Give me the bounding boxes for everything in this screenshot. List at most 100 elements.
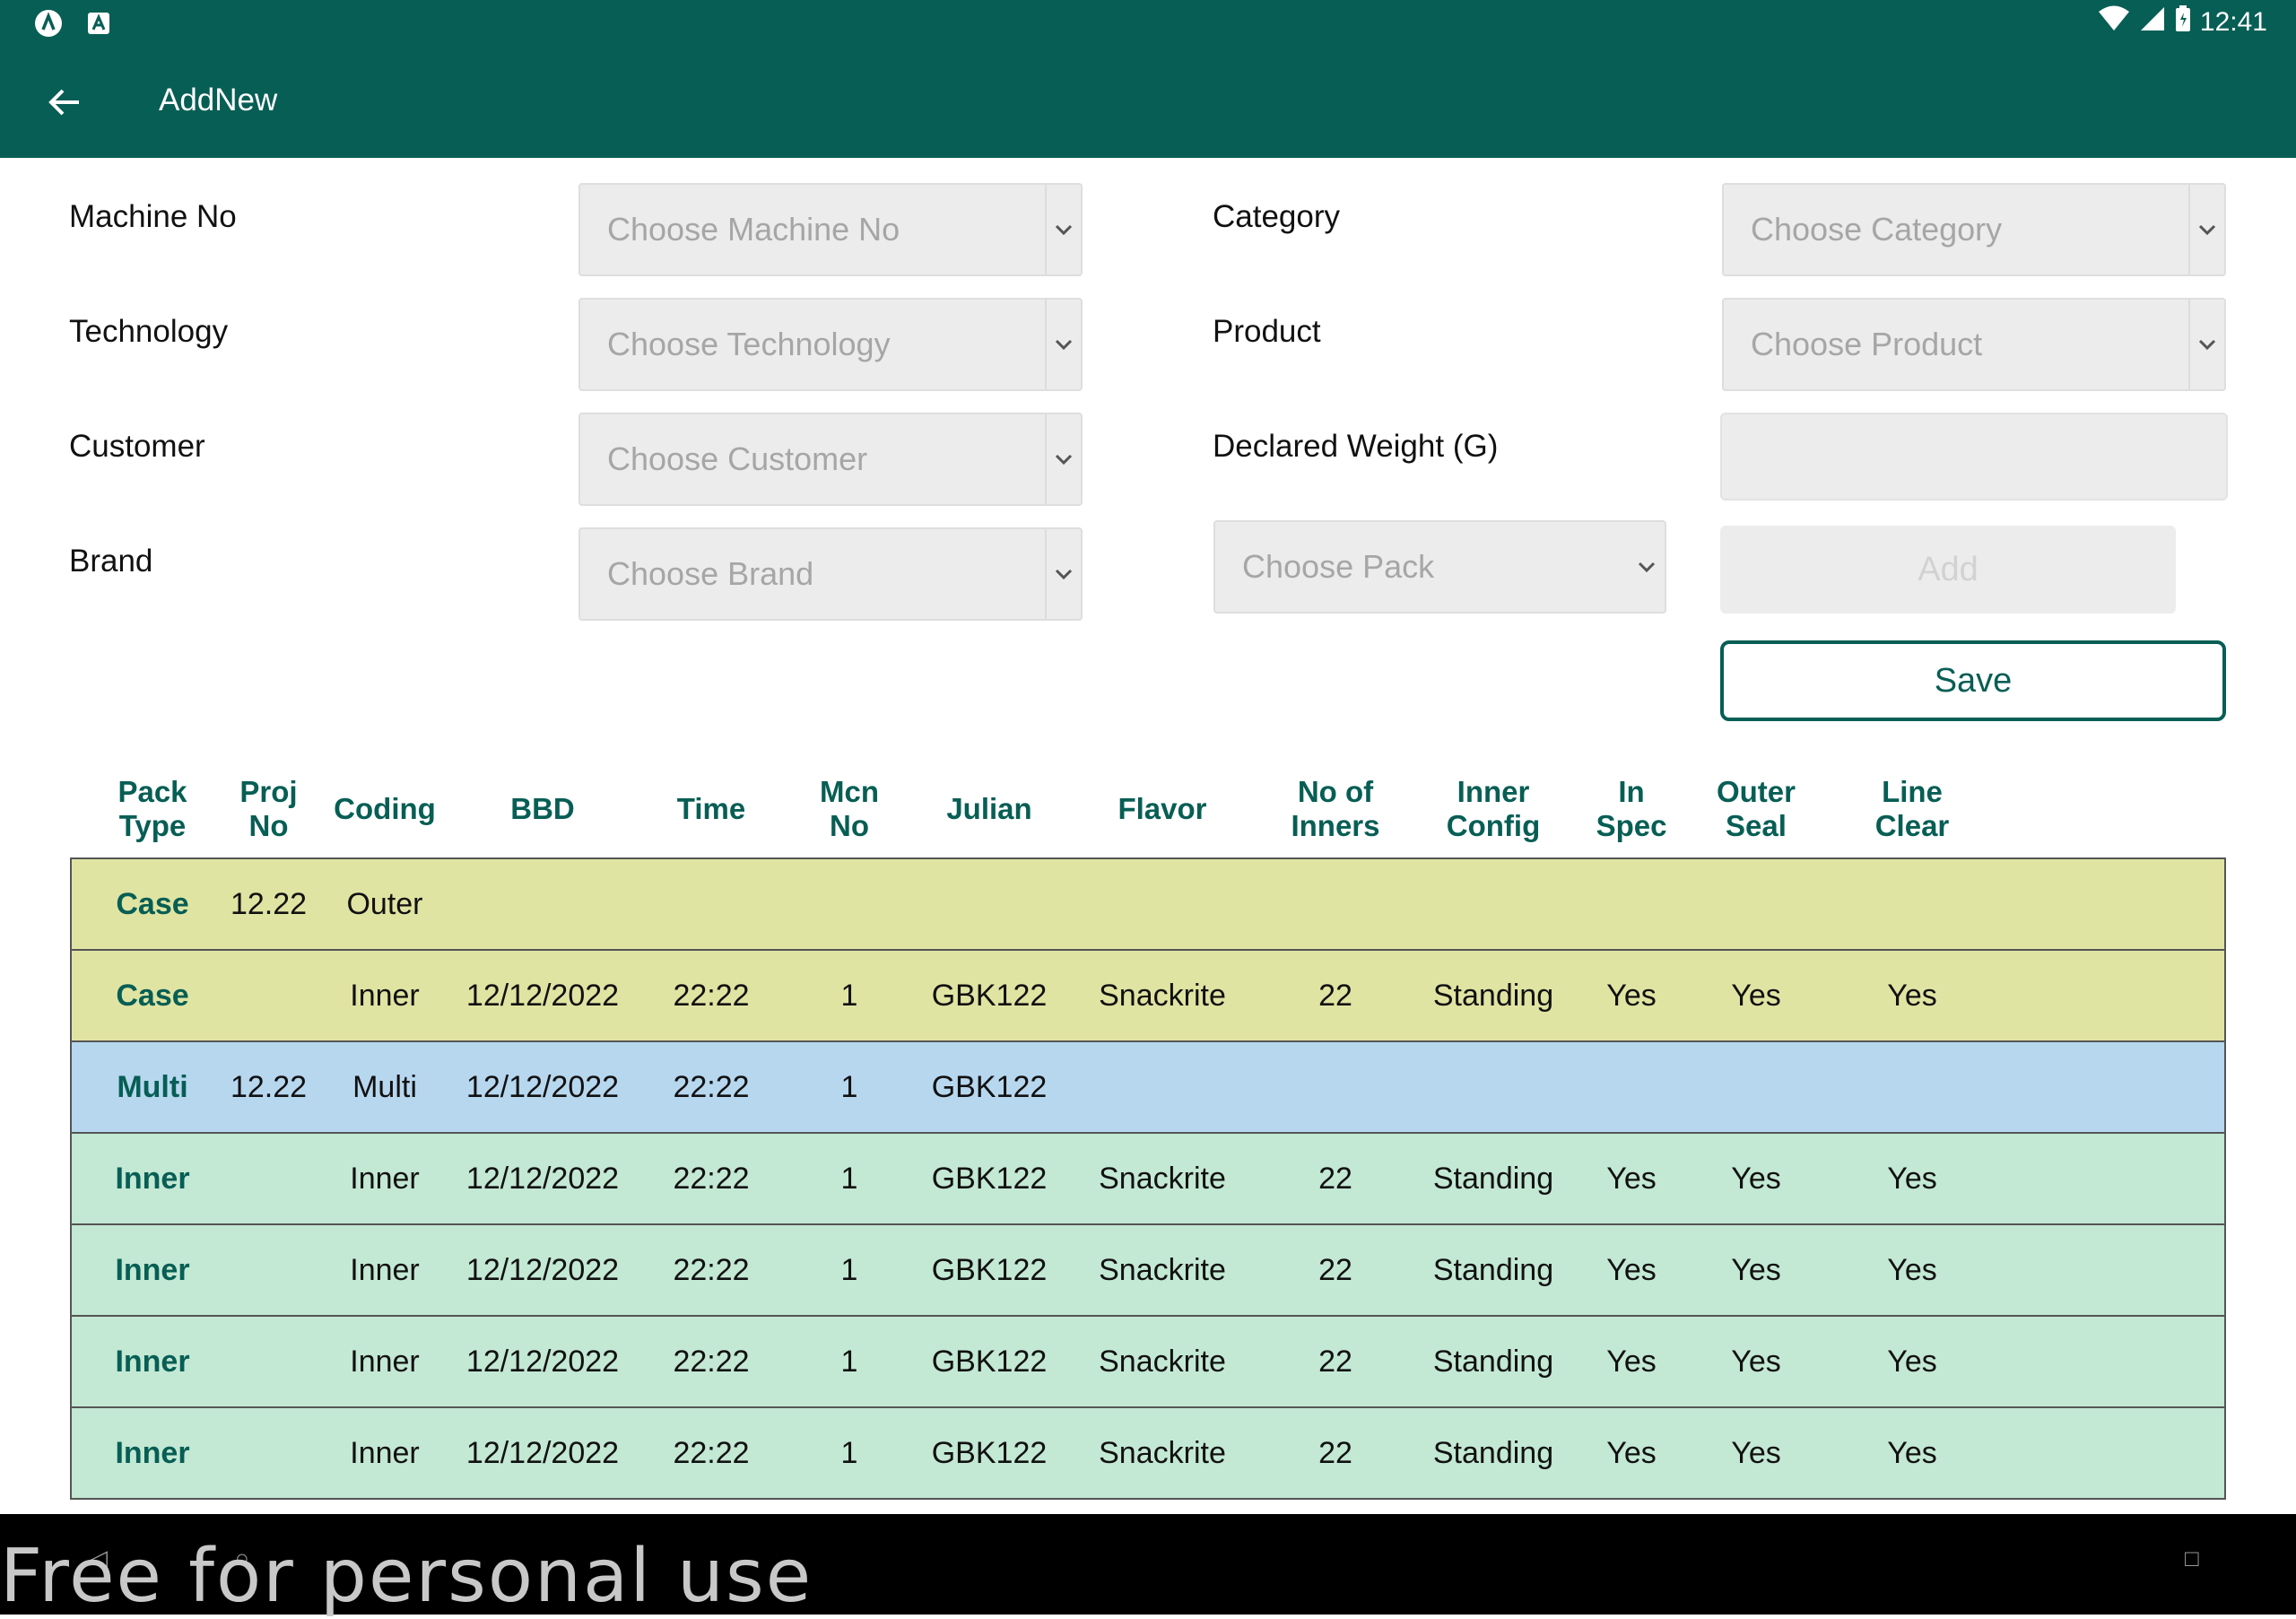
chevron-down-icon: [1045, 300, 1081, 389]
table-cell: 1: [840, 1252, 858, 1287]
table-cell: 22: [1318, 1435, 1352, 1470]
brand-select[interactable]: Choose Brand: [578, 527, 1083, 621]
pack-placeholder: Choose Pack: [1242, 548, 1435, 585]
watermark: Free for personal use: [0, 1534, 813, 1619]
technology-select[interactable]: Choose Technology: [578, 298, 1083, 391]
table-cell: GBK122: [931, 1252, 1048, 1287]
save-button[interactable]: Save: [1720, 640, 2226, 721]
table-cell: [1413, 1042, 1573, 1132]
column-header: Line Clear: [1874, 775, 1950, 842]
table-cell: 22: [1318, 1161, 1352, 1196]
table-cell: Inner: [350, 978, 420, 1013]
table-cell: Inner: [350, 1344, 420, 1379]
table-cell: Yes: [1887, 1252, 1937, 1287]
table-cell: Inner: [115, 1161, 190, 1196]
table-cell: [1690, 1042, 1822, 1132]
arrow-back-icon: [48, 89, 79, 116]
table-cell: 1: [840, 1344, 858, 1379]
table-row[interactable]: Case Inner 12/12/2022 22:22 1 GBK122 Snackrite…: [72, 951, 2224, 1042]
product-placeholder: Choose Product: [1751, 326, 1983, 362]
customer-label: Customer: [69, 429, 205, 464]
column-header: Time: [676, 792, 746, 825]
table-cell: GBK122: [931, 1435, 1048, 1470]
customer-select[interactable]: Choose Customer: [578, 413, 1083, 506]
table-row[interactable]: Case 12.22 Outer: [72, 859, 2224, 951]
table-cell: Standing: [1432, 978, 1554, 1013]
table-cell: 12/12/2022: [465, 1344, 620, 1379]
table-cell: 1: [840, 1161, 858, 1196]
column-header: Inner Config: [1446, 775, 1541, 842]
column-header: Outer Seal: [1716, 775, 1796, 842]
table-cell: 22:22: [673, 1435, 750, 1470]
status-bar-left: [34, 9, 113, 38]
chevron-down-icon: [2188, 300, 2224, 389]
table-cell: Yes: [1606, 1161, 1657, 1196]
table-cell: [218, 1317, 319, 1406]
table-cell: 22:22: [673, 1252, 750, 1287]
table-cell: 12/12/2022: [465, 1161, 620, 1196]
add-button[interactable]: Add: [1720, 526, 2176, 614]
table-cell: [1413, 859, 1573, 949]
machine-no-placeholder: Choose Machine No: [607, 211, 900, 248]
table-cell: [637, 859, 786, 949]
table-cell: 12/12/2022: [465, 1435, 620, 1470]
table-cell: [1067, 859, 1257, 949]
table-cell: [1690, 859, 1822, 949]
category-select[interactable]: Choose Category: [1722, 183, 2226, 276]
table-cell: [1824, 859, 2000, 949]
customer-placeholder: Choose Customer: [607, 440, 868, 477]
chevron-down-icon: [1629, 522, 1665, 612]
table-cell: 22:22: [673, 1161, 750, 1196]
chevron-down-icon: [2188, 185, 2224, 274]
table-cell: Standing: [1432, 1252, 1554, 1287]
back-button[interactable]: [36, 74, 93, 131]
table-cell: Snackrite: [1099, 1252, 1226, 1287]
column-header: In Spec: [1596, 775, 1667, 842]
table-row[interactable]: Inner Inner 12/12/2022 22:22 1 GBK122 Snackrit…: [72, 1408, 2224, 1498]
table-cell: Yes: [1606, 1435, 1657, 1470]
pack-select[interactable]: Choose Pack: [1213, 520, 1666, 614]
table-cell: [787, 859, 911, 949]
column-header: Mcn No: [820, 775, 879, 842]
table-cell: Yes: [1731, 1161, 1781, 1196]
table-cell: GBK122: [931, 1161, 1048, 1196]
table-cell: Case: [116, 978, 189, 1013]
table-cell: 22:22: [673, 1069, 750, 1104]
machine-no-select[interactable]: Choose Machine No: [578, 183, 1083, 276]
table-cell: Inner: [115, 1252, 190, 1287]
declared-weight-label: Declared Weight (G): [1213, 429, 1499, 464]
table-row[interactable]: Inner Inner 12/12/2022 22:22 1 GBK122 Snackrit…: [72, 1225, 2224, 1317]
table-cell: 1: [840, 1435, 858, 1470]
table-cell: Yes: [1606, 1344, 1657, 1379]
category-placeholder: Choose Category: [1751, 211, 2003, 248]
table-cell: Inner: [350, 1435, 420, 1470]
table-row[interactable]: Multi 12.22 Multi 12/12/2022 22:22 1 GBK122: [72, 1042, 2224, 1134]
table-cell: Standing: [1432, 1344, 1554, 1379]
table-cell: Yes: [1731, 1435, 1781, 1470]
battery-icon: [2175, 5, 2191, 39]
table-cell: Yes: [1606, 978, 1657, 1013]
table-cell: [451, 859, 634, 949]
table-cell: 22: [1318, 1252, 1352, 1287]
column-header: No of Inners: [1291, 775, 1380, 842]
table-cell: Multi: [117, 1069, 188, 1104]
wifi-icon: [2098, 5, 2130, 39]
table-cell: 12/12/2022: [465, 978, 620, 1013]
table-cell: GBK122: [931, 1069, 1048, 1104]
table-cell: Snackrite: [1099, 1435, 1226, 1470]
product-select[interactable]: Choose Product: [1722, 298, 2226, 391]
declared-weight-input[interactable]: [1720, 413, 2228, 500]
table-row[interactable]: Inner Inner 12/12/2022 22:22 1 GBK122 Snackrit…: [72, 1317, 2224, 1408]
table-cell: Inner: [350, 1161, 420, 1196]
column-header: Flavor: [1118, 792, 1207, 825]
table-cell: [218, 951, 319, 1040]
table-row[interactable]: Inner Inner 12/12/2022 22:22 1 GBK122 Snackrit…: [72, 1134, 2224, 1225]
app-bar: 12:41 AddNew: [0, 0, 2296, 158]
nav-recents-icon[interactable]: □: [2185, 1545, 2199, 1572]
table-cell: GBK122: [931, 978, 1048, 1013]
chevron-down-icon: [1045, 185, 1081, 274]
table-cell: [1260, 1042, 1411, 1132]
technology-placeholder: Choose Technology: [607, 326, 891, 362]
chevron-down-icon: [1045, 529, 1081, 619]
category-label: Category: [1213, 199, 1341, 234]
